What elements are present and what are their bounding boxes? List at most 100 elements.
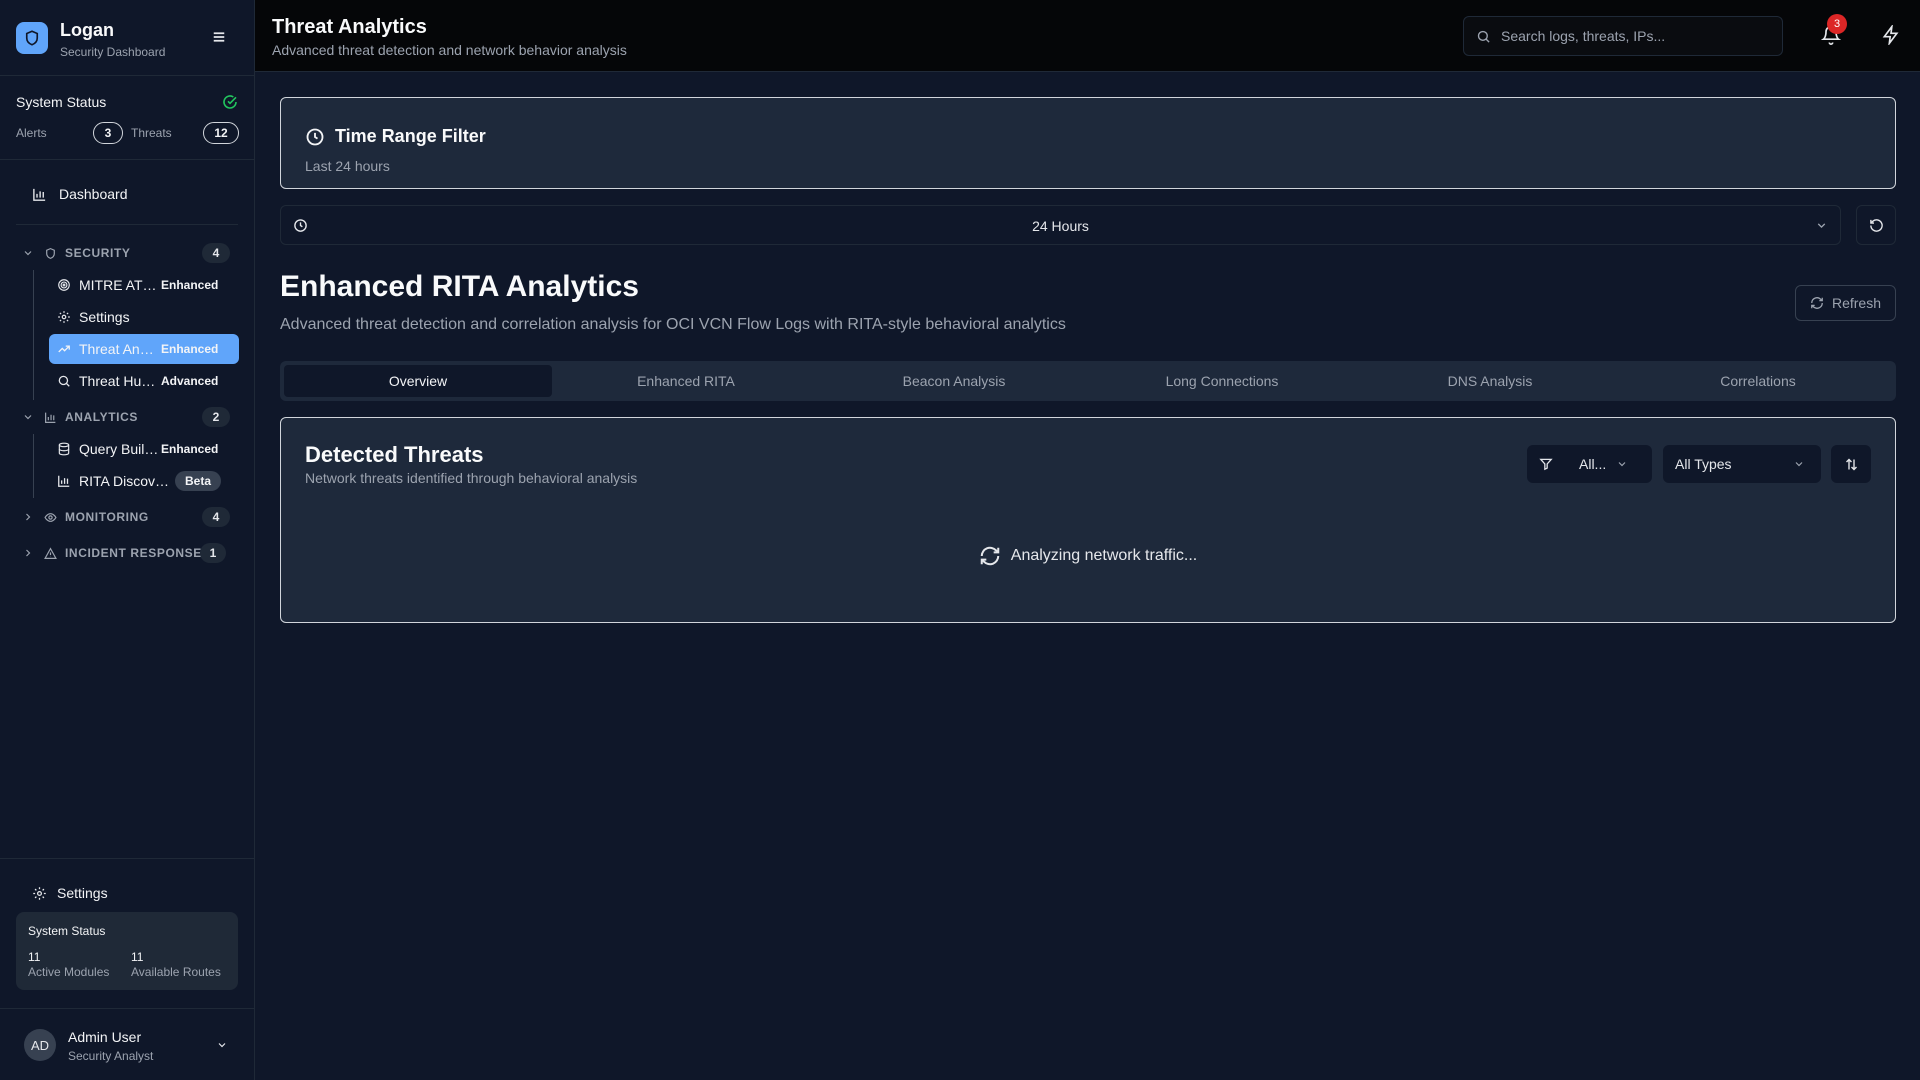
chevron-down-icon — [216, 1039, 228, 1051]
divider — [16, 224, 238, 225]
tab-overview[interactable]: Overview — [284, 365, 552, 397]
available-routes-label: Available Routes — [131, 965, 221, 979]
section-count-badge: 4 — [202, 243, 230, 263]
nav-item-label: Threat Analytics — [79, 341, 159, 357]
reset-time-range-button[interactable] — [1856, 205, 1896, 245]
chevron-down-icon — [22, 247, 36, 259]
spinner-icon — [979, 545, 1001, 567]
brand: Logan Security Dashboard — [0, 0, 254, 76]
target-icon — [57, 278, 71, 292]
nav-dashboard-label: Dashboard — [59, 186, 128, 202]
nav-item-label: Settings — [79, 309, 130, 325]
nav-item-settings[interactable]: Settings — [49, 302, 239, 332]
gear-icon — [57, 310, 71, 324]
beta-badge: Beta — [175, 471, 222, 491]
shield-icon — [44, 247, 57, 260]
section-title: MONITORING — [65, 510, 149, 524]
nav-item-tag: Enhanced — [161, 442, 219, 456]
lightning-icon[interactable] — [1881, 25, 1901, 45]
top-header: Threat Analytics Advanced threat detecti… — [255, 0, 1920, 72]
chevron-down-icon — [1815, 219, 1828, 232]
system-status-panel: System Status Alerts 3 Threats 12 — [0, 76, 254, 160]
time-range-subtitle: Last 24 hours — [305, 158, 390, 174]
refresh-label: Refresh — [1831, 295, 1882, 311]
chevron-right-icon — [22, 511, 36, 523]
section-title: ANALYTICS — [65, 410, 138, 424]
sidebar: Logan Security Dashboard System Status A… — [0, 0, 255, 1080]
page-header-title: Threat Analytics — [272, 16, 427, 38]
page-title: Enhanced RITA Analytics — [280, 270, 639, 303]
nav-section-analytics[interactable]: ANALYTICS 2 — [22, 404, 240, 430]
search-input[interactable] — [1501, 28, 1761, 44]
tree-line — [33, 434, 34, 498]
sidebar-footer: Settings System Status 11 Active Modules… — [0, 858, 254, 1008]
database-icon — [57, 442, 71, 456]
alerts-label: Alerts — [16, 126, 47, 140]
tab-dns-analysis[interactable]: DNS Analysis — [1356, 365, 1624, 397]
nav-item-label: RITA Discovery — [79, 473, 169, 489]
nav-item-query-builder[interactable]: Query Builder Enhanced — [49, 434, 239, 464]
tab-long-connections[interactable]: Long Connections — [1088, 365, 1356, 397]
active-modules-label: Active Modules — [28, 965, 110, 979]
bar-chart-icon — [57, 474, 71, 488]
avatar: AD — [24, 1029, 56, 1061]
system-status-card-title: System Status — [28, 924, 106, 938]
active-modules-value: 11 — [28, 950, 41, 964]
tree-line — [33, 270, 34, 400]
nav-item-tag: Enhanced — [161, 342, 219, 356]
nav-dashboard[interactable]: Dashboard — [16, 180, 238, 208]
refresh-button[interactable]: Refresh — [1795, 285, 1896, 321]
nav-section-monitoring[interactable]: MONITORING 4 — [22, 504, 240, 530]
global-search[interactable] — [1463, 16, 1783, 56]
severity-filter-select[interactable]: All... — [1527, 445, 1652, 483]
refresh-icon — [1810, 296, 1824, 310]
detected-threats-card: Detected Threats Network threats identif… — [280, 417, 1896, 623]
sort-toggle-button[interactable] — [1831, 445, 1871, 483]
sort-arrows-icon — [1844, 457, 1859, 472]
nav-item-tag: Enhanced — [161, 278, 219, 292]
system-status-card: System Status 11 Active Modules 11 Avail… — [16, 912, 238, 990]
nav-item-label: Threat Hunting — [79, 373, 159, 389]
section-title: SECURITY — [65, 246, 131, 260]
user-menu[interactable]: AD Admin User Security Analyst — [0, 1008, 254, 1080]
time-range-select[interactable]: 24 Hours — [280, 205, 1841, 245]
tab-beacon-analysis[interactable]: Beacon Analysis — [820, 365, 1088, 397]
tab-enhanced-rita[interactable]: Enhanced RITA — [552, 365, 820, 397]
section-count-badge: 1 — [200, 543, 226, 563]
loading-text: Analyzing network traffic... — [1010, 547, 1198, 564]
available-routes-value: 11 — [131, 950, 144, 964]
chevron-down-icon — [1793, 458, 1805, 470]
trending-up-icon — [57, 342, 71, 356]
nav-section-incident-response[interactable]: INCIDENT RESPONSE 1 — [22, 540, 240, 566]
bar-chart-icon — [32, 187, 47, 202]
time-range-filter-card: Time Range Filter Last 24 hours — [280, 97, 1896, 189]
search-icon — [1476, 29, 1491, 44]
user-name: Admin User — [68, 1029, 142, 1045]
page-header-subtitle: Advanced threat detection and network be… — [272, 42, 627, 58]
nav-section-security[interactable]: SECURITY 4 — [22, 240, 240, 266]
shield-logo-icon — [16, 22, 48, 54]
time-range-title-row: Time Range Filter — [305, 126, 486, 147]
nav-item-mitre[interactable]: MITRE ATT&CK Enhanced — [49, 270, 239, 300]
sidebar-settings-link[interactable]: Settings — [32, 885, 108, 901]
notification-count-badge: 3 — [1827, 14, 1847, 34]
threats-count-badge: 12 — [203, 122, 239, 144]
time-range-title: Time Range Filter — [335, 126, 486, 146]
detected-threats-title: Detected Threats — [305, 442, 484, 467]
nav-item-threat-hunting[interactable]: Threat Hunting Advanced — [49, 366, 239, 396]
alert-triangle-icon — [44, 546, 57, 560]
menu-toggle-icon[interactable] — [210, 28, 228, 46]
threats-label: Threats — [131, 126, 172, 140]
loading-indicator: Analyzing network traffic... — [281, 545, 1895, 567]
chevron-down-icon — [1616, 458, 1628, 470]
section-count-badge: 4 — [202, 507, 230, 527]
filter-icon — [1539, 457, 1553, 471]
status-ok-icon — [222, 94, 238, 110]
nav-item-threat-analytics[interactable]: Threat Analytics Enhanced — [49, 334, 239, 364]
nav-item-rita-discovery[interactable]: RITA Discovery Beta — [49, 466, 239, 496]
nav-item-label: Query Builder — [79, 441, 159, 457]
tab-correlations[interactable]: Correlations — [1624, 365, 1892, 397]
brand-subtitle: Security Dashboard — [60, 45, 166, 59]
type-filter-select[interactable]: All Types — [1663, 445, 1821, 483]
eye-icon — [44, 511, 57, 524]
